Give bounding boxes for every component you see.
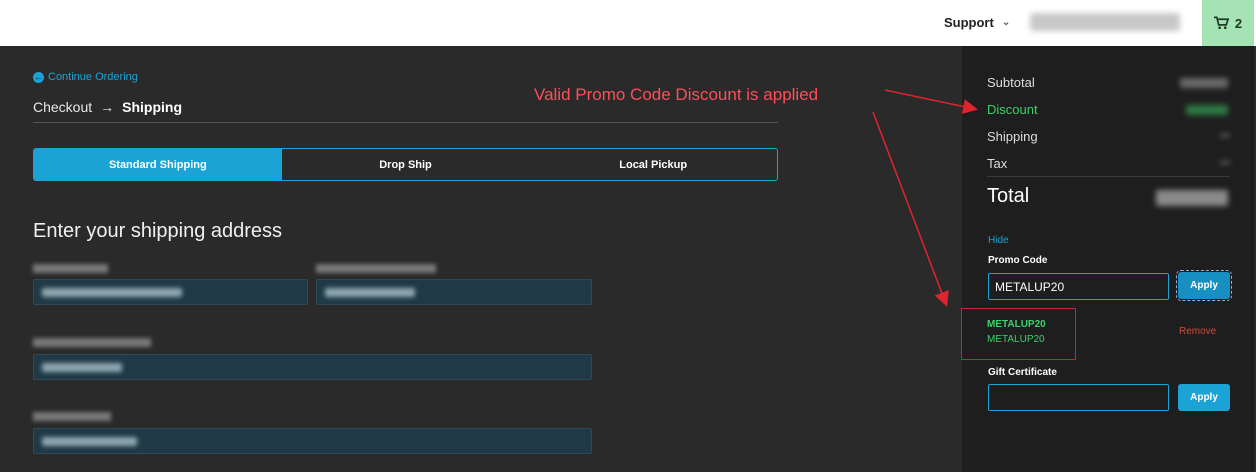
tab-local-pickup[interactable]: Local Pickup — [529, 149, 777, 180]
tax-value-blurred — [1220, 161, 1230, 164]
annotation-highlight-box — [961, 308, 1076, 360]
tab-standard-shipping[interactable]: Standard Shipping — [34, 149, 282, 180]
top-bar: Support ⌄ 2 — [0, 0, 1256, 46]
tax-label: Tax — [987, 156, 1008, 171]
cart-button[interactable]: 2 — [1202, 0, 1254, 46]
gift-certificate-input[interactable] — [988, 384, 1169, 411]
shipping-value-blurred — [1220, 134, 1230, 137]
chevron-down-icon: ⌄ — [1001, 17, 1011, 28]
annotation-text: Valid Promo Code Discount is applied — [534, 85, 819, 104]
continue-ordering-label: Continue Ordering — [48, 71, 138, 83]
summary-divider — [987, 176, 1230, 177]
support-menu[interactable]: Support ⌄ — [944, 15, 1010, 30]
remove-promo-link[interactable]: Remove — [1179, 326, 1216, 337]
continue-ordering-link[interactable]: ← Continue Ordering — [33, 71, 138, 83]
discount-value-blurred — [1186, 105, 1228, 115]
shipping-address-title: Enter your shipping address — [33, 220, 283, 242]
support-label: Support — [944, 15, 994, 30]
apply-promo-button[interactable]: Apply — [1176, 270, 1232, 301]
address1-field-label-blurred — [33, 338, 151, 347]
gift-certificate-label: Gift Certificate — [988, 367, 1057, 378]
discount-label: Discount — [987, 102, 1038, 117]
name-field-label-blurred — [33, 264, 108, 273]
address-line-2-field[interactable] — [33, 428, 592, 454]
breadcrumb: Checkout → Shipping — [33, 99, 182, 115]
cart-count: 2 — [1234, 15, 1243, 31]
phone-field[interactable] — [316, 279, 592, 305]
subtotal-value-blurred — [1180, 78, 1228, 88]
shipping-label: Shipping — [987, 129, 1038, 144]
promo-code-input[interactable] — [988, 273, 1169, 300]
hide-promo-link[interactable]: Hide — [988, 235, 1009, 246]
shipping-method-tabs: Standard Shipping Drop Ship Local Pickup — [33, 148, 778, 181]
phone-field-label-blurred — [316, 264, 436, 273]
total-value-blurred — [1156, 190, 1228, 206]
address-line-1-field[interactable] — [33, 354, 592, 380]
promo-code-label: Promo Code — [988, 255, 1048, 266]
breadcrumb-current: Shipping — [122, 99, 183, 115]
cart-icon — [1213, 16, 1229, 29]
arrow-left-icon: ← — [33, 71, 44, 83]
address2-field-label-blurred — [33, 412, 111, 421]
subtotal-label: Subtotal — [987, 75, 1035, 90]
apply-gift-certificate-button[interactable]: Apply — [1178, 384, 1230, 411]
arrow-right-icon: → — [100, 99, 115, 115]
tab-drop-ship[interactable]: Drop Ship — [282, 149, 530, 180]
breadcrumb-checkout[interactable]: Checkout — [33, 99, 92, 115]
divider — [33, 122, 778, 123]
name-field[interactable] — [33, 279, 308, 305]
total-label: Total — [987, 185, 1030, 207]
account-name-blurred[interactable] — [1030, 13, 1180, 31]
